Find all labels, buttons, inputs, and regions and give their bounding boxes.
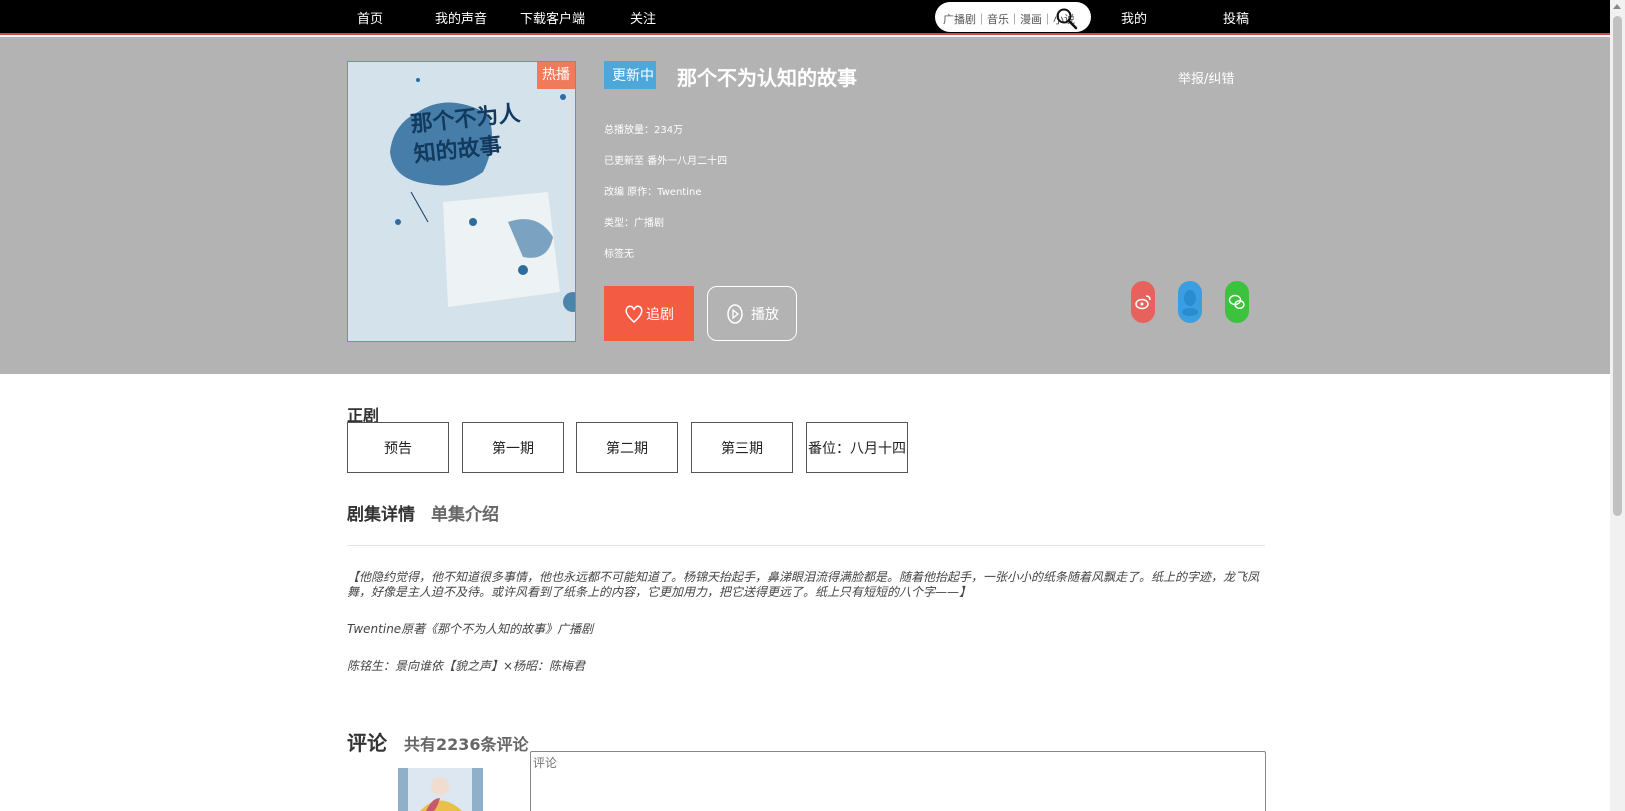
- episode-button[interactable]: 第二期: [576, 422, 678, 473]
- weibo-glyph: [1135, 295, 1151, 310]
- qq-glyph: [1182, 290, 1198, 316]
- search-icon[interactable]: [1055, 7, 1079, 31]
- episode-button[interactable]: 第一期: [462, 422, 564, 473]
- comments-heading: 评论: [347, 731, 387, 755]
- tab-single[interactable]: 单集介绍: [431, 500, 499, 525]
- qq-icon[interactable]: [1178, 281, 1202, 323]
- page-scrollbar[interactable]: [1610, 0, 1625, 811]
- nav-download[interactable]: 下载客户端: [520, 8, 585, 27]
- play-icon: [727, 303, 743, 324]
- comment-input[interactable]: [530, 751, 1266, 811]
- cover-title: 那个不为人知的故事: [409, 100, 522, 168]
- episode-button[interactable]: 番位：八月十四: [806, 422, 908, 473]
- heart-icon: [625, 305, 643, 323]
- play-button[interactable]: 播放: [707, 286, 797, 341]
- updated-to: 已更新至 番外一八月二十四: [604, 156, 728, 167]
- search-box[interactable]: 广播剧｜音乐｜漫画｜小说: [935, 2, 1091, 32]
- divider: [347, 545, 1265, 546]
- cover-image[interactable]: 那个不为人知的故事 热播: [347, 61, 576, 342]
- nav-follow[interactable]: 关注: [630, 8, 656, 27]
- tags-info: 标签无: [604, 249, 634, 260]
- adaptation-info: 改编 原作：Twentine: [604, 187, 702, 198]
- episode-button[interactable]: 预告: [347, 422, 449, 473]
- nav-my-voice[interactable]: 我的声音: [435, 8, 487, 27]
- scroll-thumb[interactable]: [1613, 16, 1622, 516]
- status-badge: 更新中: [604, 61, 656, 89]
- avatar-image: [398, 768, 483, 811]
- type-info: 类型：广播剧: [604, 218, 664, 229]
- nav-mine[interactable]: 我的: [1121, 8, 1147, 27]
- description-synopsis: 【他隐约觉得，他不知道很多事情，他也永远都不可能知道了。杨锦天抬起手，鼻涕眼泪流…: [347, 570, 1260, 599]
- nav-submit[interactable]: 投稿: [1223, 8, 1249, 27]
- top-nav: 首页 我的声音 下载客户端 关注 广播剧｜音乐｜漫画｜小说 我的 投稿: [0, 0, 1610, 35]
- avatar: [398, 768, 483, 811]
- tab-details[interactable]: 剧集详情: [347, 500, 415, 525]
- play-label: 播放: [751, 305, 779, 322]
- follow-button[interactable]: 追剧: [604, 286, 694, 341]
- wechat-icon[interactable]: [1225, 281, 1249, 323]
- wechat-glyph: [1228, 294, 1245, 309]
- report-link[interactable]: 举报/纠错: [1178, 68, 1234, 87]
- weibo-icon[interactable]: [1131, 281, 1155, 323]
- nav-home[interactable]: 首页: [357, 8, 383, 27]
- hot-badge: 热播: [537, 62, 575, 89]
- description-source: Twentine原著《那个不为人知的故事》广播剧: [347, 622, 594, 636]
- follow-label: 追剧: [646, 305, 674, 322]
- scroll-up-arrow[interactable]: [1613, 4, 1621, 9]
- episode-button[interactable]: 第三期: [691, 422, 793, 473]
- description-cast: 陈铭生：景向谁依【貌之声】×杨昭：陈梅君: [347, 659, 586, 673]
- comments-count: 共有2236条评论: [404, 735, 529, 754]
- play-count: 总播放量：234万: [604, 125, 684, 136]
- show-title: 那个不为认知的故事: [677, 66, 857, 90]
